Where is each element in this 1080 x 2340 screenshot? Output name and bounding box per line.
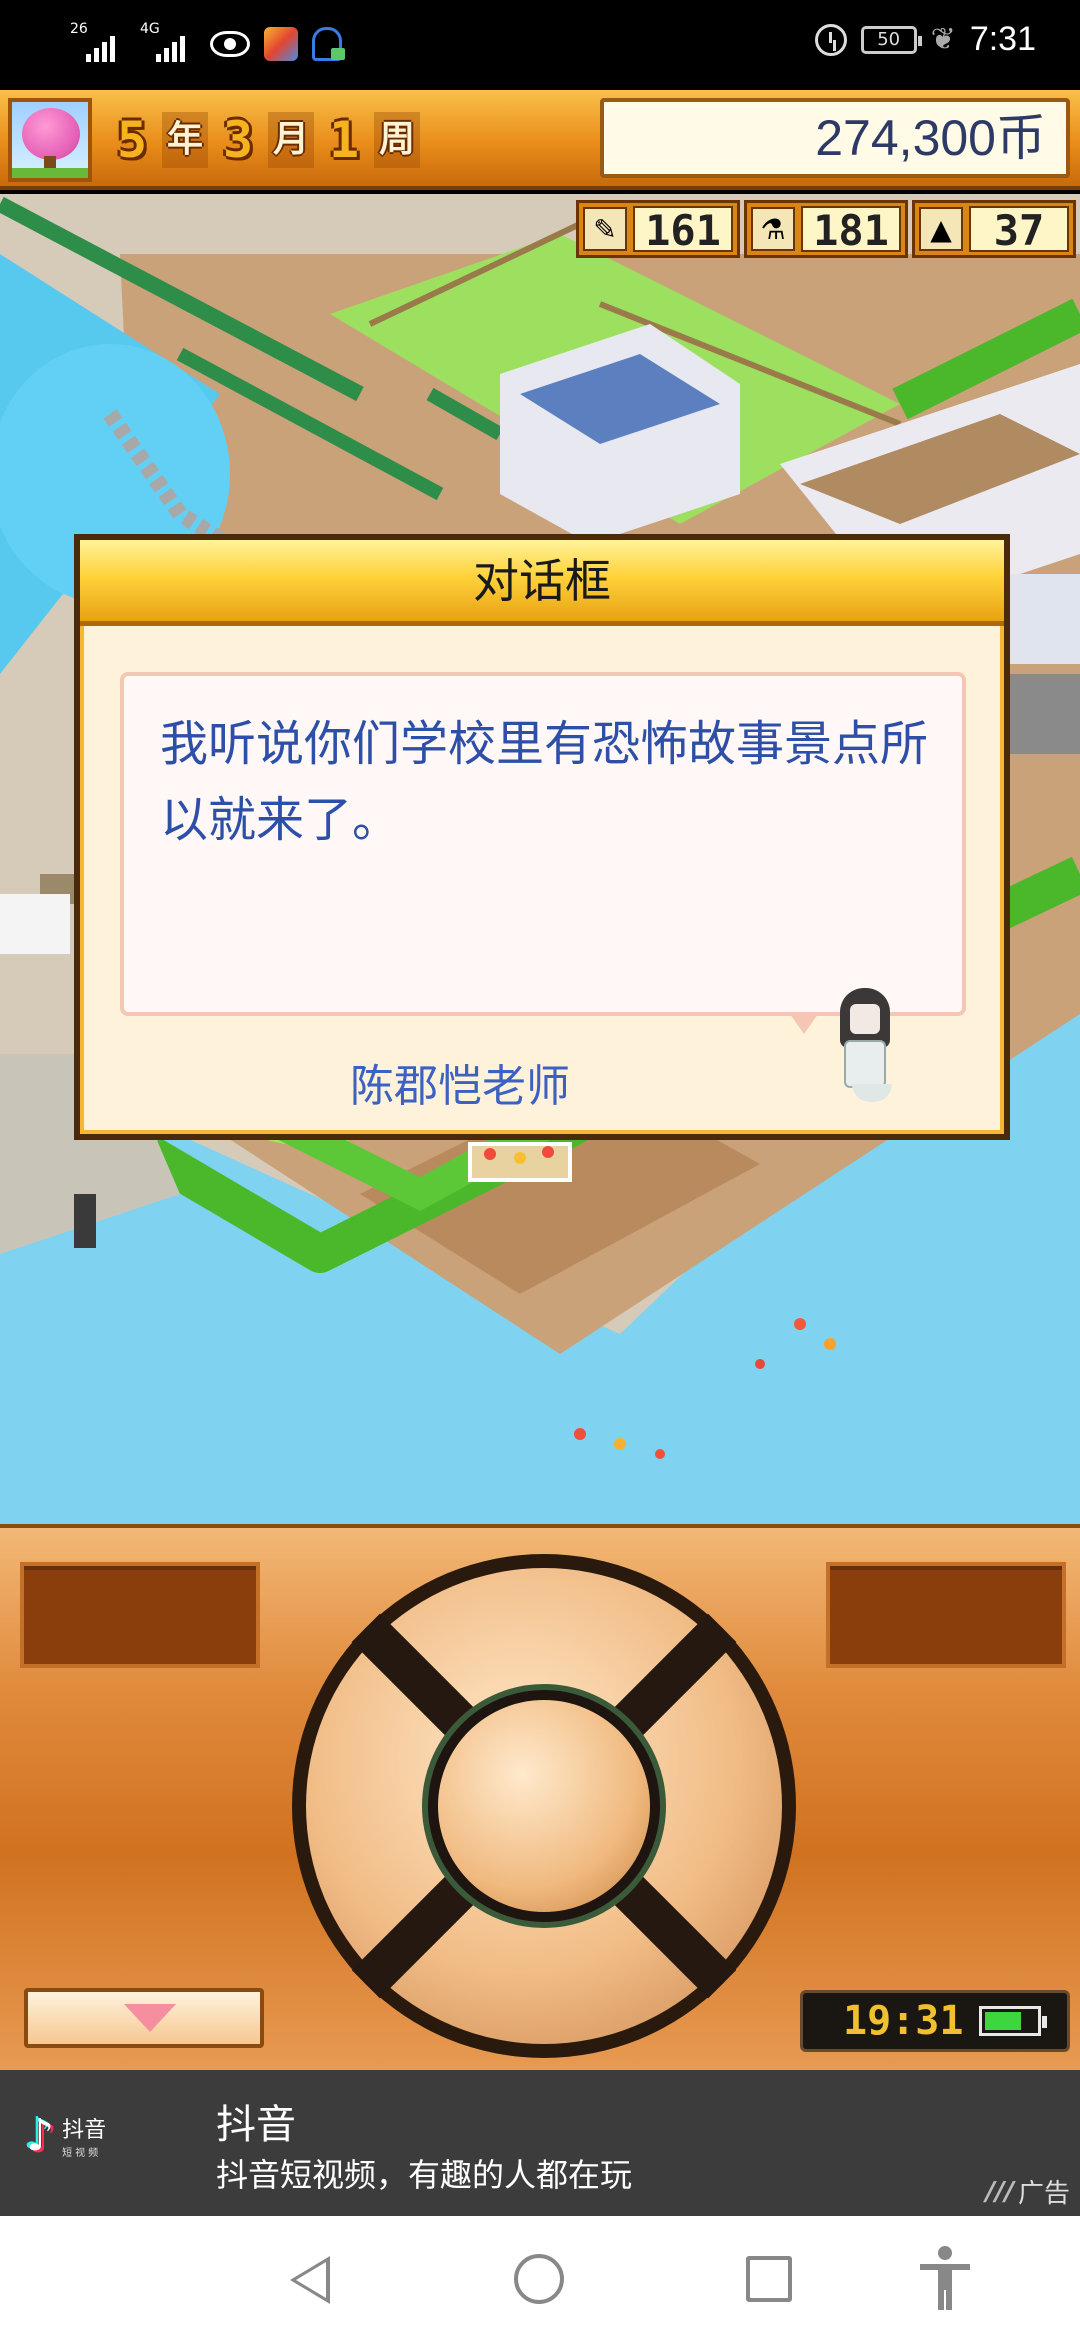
game-top-hud: 5 年 3 月 1 周 274,300币 <box>0 90 1080 190</box>
ad-label: /// 广告 <box>985 2173 1070 2210</box>
year-unit: 年 <box>162 112 208 168</box>
signal-2-tag: 4G <box>140 21 160 37</box>
ad-description: 抖音短视频，有趣的人都在玩 <box>216 2156 633 2194</box>
dpad-center-button[interactable] <box>438 1700 650 1912</box>
dialog-box[interactable]: 对话框 我听说你们学校里有恐怖故事景点所以就来了。 陈郡恺老师 <box>74 534 1010 1140</box>
music-note-icon: ♪ <box>26 2110 55 2161</box>
directional-pad[interactable] <box>292 1554 796 2058</box>
week-number: 1 <box>328 111 360 169</box>
money-display: 274,300币 <box>600 98 1070 178</box>
ad-title: 抖音 <box>216 2102 296 2148</box>
game-clock-display: 19:31 <box>800 1990 1070 2052</box>
school-stats-bar: ✎ 161 ⚗ 181 ▲ 37 <box>576 200 1076 258</box>
home-icon[interactable] <box>514 2254 564 2304</box>
left-action-button[interactable] <box>20 1562 260 1668</box>
dialog-title: 对话框 <box>80 540 1004 626</box>
status-clock: 7:31 <box>969 20 1036 58</box>
month-number: 3 <box>222 111 254 169</box>
ad-logo-text: 抖音 <box>62 2118 107 2143</box>
pyramid-icon: ▲ <box>919 207 963 251</box>
speech-bubble: 我听说你们学校里有恐怖故事景点所以就来了。 <box>120 672 966 1034</box>
ad-network-icon: /// <box>985 2176 1014 2207</box>
game-app-icon <box>264 27 298 61</box>
ad-banner[interactable]: ♪ 抖音 短视频 抖音 抖音短视频，有趣的人都在玩 /// 广告 <box>0 2070 1080 2216</box>
signal-2-icon: 4G <box>140 22 196 66</box>
recent-apps-icon[interactable] <box>746 2256 792 2302</box>
stat-pyramid-value: 37 <box>969 206 1069 254</box>
back-icon[interactable] <box>290 2256 330 2304</box>
dialog-message: 我听说你们学校里有恐怖故事景点所以就来了。 <box>160 716 929 848</box>
right-action-button[interactable] <box>826 1562 1066 1668</box>
stat-pencil: ✎ 161 <box>576 200 740 258</box>
game-clock-time: 19:31 <box>843 1998 964 2044</box>
eye-comfort-icon <box>210 31 250 57</box>
month-unit: 月 <box>268 112 314 168</box>
power-saving-leaf-icon: ❦ <box>930 22 956 57</box>
menu-toggle-button[interactable] <box>24 1988 264 2048</box>
season-tree-icon[interactable] <box>8 98 92 182</box>
ad-tag-text: 广告 <box>1017 2179 1070 2209</box>
accessibility-icon[interactable] <box>918 2246 974 2310</box>
status-bar: 26 4G 50 ❦ 7:31 <box>0 0 1080 90</box>
status-bar-left: 26 4G <box>70 22 345 66</box>
signal-1-tag: 26 <box>70 21 88 37</box>
stat-flask: ⚗ 181 <box>744 200 908 258</box>
signal-1-icon: 26 <box>70 22 126 66</box>
alarm-icon <box>814 23 847 56</box>
speaker-name: 陈郡恺老师 <box>350 1061 570 1112</box>
stat-pyramid: ▲ 37 <box>912 200 1076 258</box>
ad-logo-subtext: 短视频 <box>62 2148 102 2159</box>
system-nav-bar <box>0 2216 1080 2340</box>
game-date: 5 年 3 月 1 周 <box>112 112 420 168</box>
week-unit: 周 <box>374 112 420 168</box>
battery-icon: 50 <box>860 25 922 54</box>
ghost-teacher-sprite <box>828 988 904 1108</box>
flask-icon: ⚗ <box>751 207 795 251</box>
pencil-icon: ✎ <box>583 207 627 251</box>
status-bar-right: 50 ❦ 7:31 <box>814 20 1036 59</box>
vpn-lock-icon <box>312 27 345 61</box>
douyin-logo: ♪ 抖音 短视频 <box>26 2110 106 2161</box>
down-arrow-icon <box>124 2004 176 2032</box>
game-battery-icon <box>979 2006 1048 2036</box>
year-number: 5 <box>116 111 148 169</box>
stat-pencil-value: 161 <box>633 206 733 254</box>
controller-panel: 19:31 <box>0 1524 1080 2070</box>
stat-flask-value: 181 <box>801 206 901 254</box>
